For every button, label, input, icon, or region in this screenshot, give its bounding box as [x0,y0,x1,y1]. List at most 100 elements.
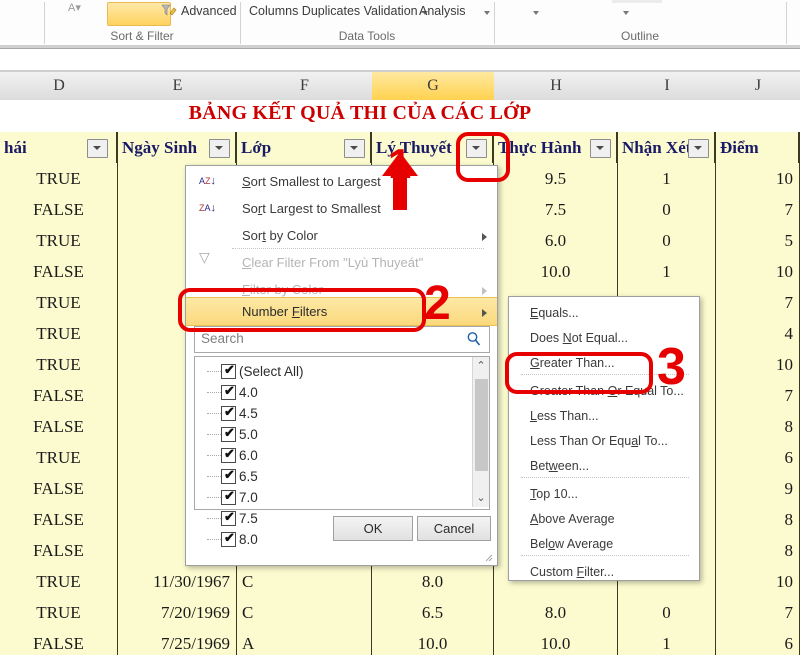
table-cell-h[interactable]: 8.0 [494,597,618,628]
submenu-item-equals[interactable]: Equals... [509,301,699,326]
table-cell-d[interactable]: FALSE [0,256,118,287]
table-cell-d[interactable]: FALSE [0,411,118,442]
table-cell-i[interactable]: 0 [618,597,716,628]
submenu-item-top-10[interactable]: Top 10... [509,482,699,507]
table-cell-g[interactable]: 6.5 [372,597,494,628]
filter-dropdown-nhan-xet[interactable] [688,139,709,158]
table-cell-j[interactable]: 8 [716,504,800,535]
filter-list-item[interactable]: ✔ (Select All) [195,361,473,382]
table-cell-h[interactable]: 10.0 [494,256,618,287]
table-cell-j[interactable]: 7 [716,287,800,318]
filter-dropdown-thuc-hanh[interactable] [590,139,611,158]
table-cell-j[interactable]: 7 [716,597,800,628]
column-header-h[interactable]: H [494,72,619,101]
table-cell-h[interactable]: 6.0 [494,225,618,256]
submenu-item-below-average[interactable]: Below Average [509,532,699,557]
column-header-f[interactable]: F [237,72,373,101]
submenu-item-less-than[interactable]: Less Than... [509,404,699,429]
table-cell-d[interactable]: TRUE [0,442,118,473]
filter-list-item[interactable]: ✔ 4.5 [195,403,473,424]
table-cell-i[interactable]: 0 [618,194,716,225]
sort-za-small-icon[interactable]: A▾ [68,1,81,14]
table-cell-g[interactable]: 10.0 [372,628,494,655]
table-cell-f[interactable]: C [237,566,372,597]
table-cell-g[interactable]: 8.0 [372,566,494,597]
resize-grip-icon[interactable] [485,554,493,562]
filter-list-item[interactable]: ✔ 6.5 [195,466,473,487]
column-header-i[interactable]: I [618,72,717,101]
filter-list-item[interactable]: ✔ 6.0 [195,445,473,466]
table-cell-h[interactable]: 10.0 [494,628,618,655]
table-cell-d[interactable]: TRUE [0,318,118,349]
table-cell-h[interactable]: 7.5 [494,194,618,225]
scroll-down-arrow-icon[interactable]: ⌄ [473,489,489,507]
checkbox[interactable]: ✔ [221,384,236,400]
filter-dropdown-lop[interactable] [344,139,365,158]
filter-dropdown-hai[interactable] [87,139,108,158]
outline-group-chevron-2-icon[interactable] [623,11,629,15]
table-cell-i[interactable]: 1 [618,628,716,655]
menu-item-sort-by-color[interactable]: Sort by Color [186,222,497,250]
filter-value-list[interactable]: ✔ (Select All) ✔ 4.0 ✔ 4.5 ✔ 5.0 ✔ 6.0 ✔ 6.5 ✔ 7.0 ✔ 7.… [194,356,490,547]
checkbox[interactable]: ✔ [221,510,236,526]
filter-list-item[interactable]: ✔ 5.0 [195,424,473,445]
table-cell-f[interactable]: A [237,628,372,655]
checkbox[interactable]: ✔ [221,531,236,547]
column-header-j[interactable]: J [716,72,800,101]
scrollbar-thumb[interactable] [475,379,488,471]
list-scrollbar[interactable]: ⌃ ⌄ [472,357,489,507]
table-cell-j[interactable]: 8 [716,535,800,566]
table-cell-d[interactable]: FALSE [0,194,118,225]
column-header-d[interactable]: D [0,72,119,101]
submenu-item-custom-filter[interactable]: Custom Filter... [509,560,699,585]
table-cell-j[interactable]: 6 [716,628,800,655]
table-cell-i[interactable]: 0 [618,225,716,256]
table-cell-f[interactable]: C [237,597,372,628]
table-cell-e[interactable]: 11/30/1967 [118,566,237,597]
submenu-item-between[interactable]: Between... [509,454,699,479]
table-cell-i[interactable]: 1 [618,256,716,287]
chevron-down-icon-analysis[interactable] [484,11,490,15]
checkbox[interactable]: ✔ [221,363,236,379]
table-cell-d[interactable]: TRUE [0,566,118,597]
table-cell-d[interactable]: FALSE [0,380,118,411]
checkbox[interactable]: ✔ [221,468,236,484]
table-cell-d[interactable]: TRUE [0,287,118,318]
table-cell-d[interactable]: FALSE [0,628,118,655]
table-cell-d[interactable]: TRUE [0,349,118,380]
table-cell-j[interactable]: 10 [716,566,800,597]
table-cell-e[interactable]: 7/25/1969 [118,628,237,655]
table-cell-j[interactable]: 6 [716,442,800,473]
checkbox[interactable]: ✔ [221,489,236,505]
table-cell-e[interactable]: 7/20/1969 [118,597,237,628]
ok-button[interactable]: OK [333,516,413,541]
table-cell-h[interactable]: 9.5 [494,163,618,194]
filter-list-item[interactable]: ✔ 4.0 [195,382,473,403]
table-cell-j[interactable]: 7 [716,380,800,411]
checkbox[interactable]: ✔ [221,447,236,463]
data-tools-items-label[interactable]: Columns Duplicates Validation [249,4,418,18]
analysis-label[interactable]: Analysis [419,4,466,18]
table-cell-i[interactable]: 1 [618,163,716,194]
cancel-button[interactable]: Cancel [417,516,491,541]
table-cell-d[interactable]: TRUE [0,597,118,628]
table-cell-j[interactable]: 9 [716,473,800,504]
menu-item-sort-smallest-to-largest[interactable]: Sort Smallest to Largest [186,168,497,196]
table-cell-d[interactable]: FALSE [0,473,118,504]
table-cell-d[interactable]: TRUE [0,163,118,194]
checkbox[interactable]: ✔ [221,426,236,442]
table-cell-j[interactable]: 8 [716,411,800,442]
scroll-up-arrow-icon[interactable]: ⌃ [473,357,489,375]
menu-item-sort-largest-to-smallest[interactable]: Sort Largest to Smallest [186,195,497,223]
submenu-item-above-average[interactable]: Above Average [509,507,699,532]
table-cell-j[interactable]: 10 [716,163,800,194]
search-icon[interactable] [467,331,481,347]
table-cell-j[interactable]: 10 [716,349,800,380]
checkbox[interactable]: ✔ [221,405,236,421]
column-header-g[interactable]: G [372,72,495,101]
advanced-label[interactable]: Advanced [181,4,237,18]
outline-group-chevron-1-icon[interactable] [533,11,539,15]
table-cell-j[interactable]: 7 [716,194,800,225]
table-cell-d[interactable]: TRUE [0,225,118,256]
table-cell-j[interactable]: 5 [716,225,800,256]
